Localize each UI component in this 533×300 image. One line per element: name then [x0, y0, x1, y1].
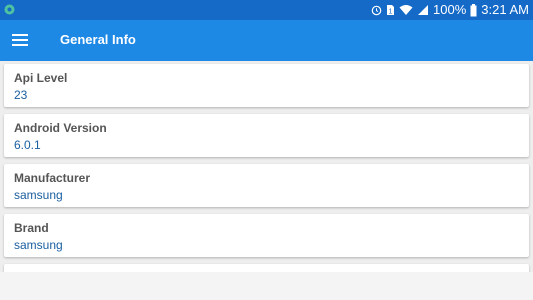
info-card-android-version[interactable]: Android Version 6.0.1: [4, 114, 529, 157]
navigation-area: [0, 272, 533, 300]
hamburger-menu-icon[interactable]: [12, 33, 28, 47]
alarm-icon: [371, 5, 382, 16]
battery-percent: 100%: [433, 2, 467, 17]
page-title: General Info: [60, 32, 136, 47]
card-value: samsung: [14, 238, 63, 252]
sim-icon: 1: [387, 5, 395, 16]
info-card-manufacturer[interactable]: Manufacturer samsung: [4, 164, 529, 207]
wifi-icon: [399, 5, 413, 15]
card-value: 23: [14, 88, 28, 102]
card-label: Manufacturer: [14, 171, 91, 185]
card-value: 6.0.1: [14, 138, 41, 152]
card-label: Brand: [14, 221, 49, 235]
battery-icon: [470, 3, 477, 16]
card-label: Api Level: [14, 71, 68, 85]
app-notification-icon: [4, 4, 15, 15]
status-bar: 1 100% 3:21 AM: [0, 0, 533, 20]
status-icons: 1 100% 3:21 AM: [371, 0, 529, 20]
card-label: Android Version: [14, 121, 107, 135]
info-card-api-level[interactable]: Api Level 23: [4, 64, 529, 107]
card-value: samsung: [14, 188, 63, 202]
app-bar: General Info: [0, 20, 533, 61]
info-list: Api Level 23 Android Version 6.0.1 Manuf…: [0, 61, 533, 300]
info-card-brand[interactable]: Brand samsung: [4, 214, 529, 257]
status-time: 3:21 AM: [481, 2, 529, 17]
svg-text:1: 1: [389, 9, 393, 16]
signal-icon: [418, 5, 429, 15]
